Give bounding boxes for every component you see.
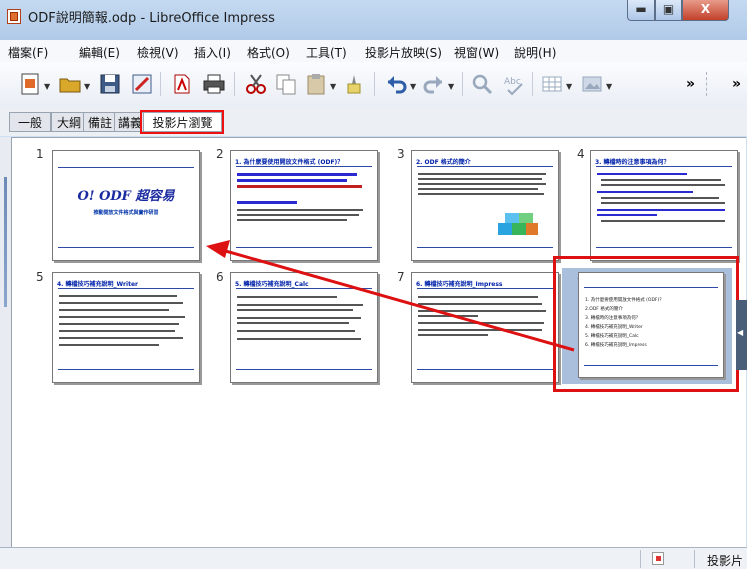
status-divider	[640, 550, 641, 568]
document-modified-icon[interactable]	[652, 552, 664, 565]
status-bar: 投影片	[0, 547, 747, 569]
drag-arrow-annotation	[206, 240, 575, 352]
libreoffice-impress-window: ODF說明簡報.odp - LibreOffice Impress ▬ ▣ X …	[0, 0, 747, 569]
status-divider	[694, 550, 695, 568]
status-slide-label: 投影片	[707, 554, 744, 568]
right-pane-collapse-handle[interactable]	[736, 300, 747, 370]
